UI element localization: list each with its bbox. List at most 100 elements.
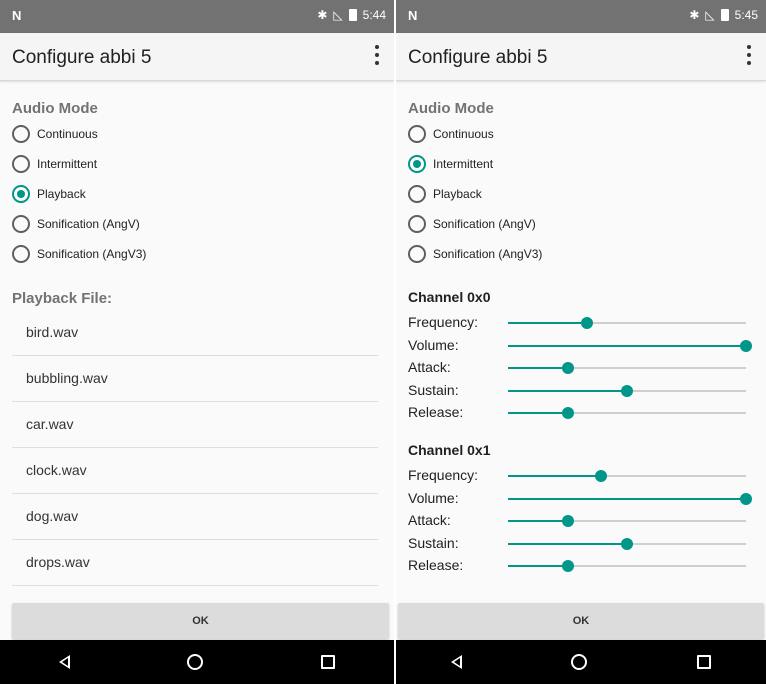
recents-icon[interactable] [697, 655, 712, 669]
page-title: Configure abbi 5 [408, 47, 548, 68]
radio-unselected-icon[interactable] [408, 185, 426, 203]
left-screen: N ✱ ◺ 5:44 Configure abbi 5 Audio Mode C… [0, 0, 394, 684]
parameter-label: Sustain: [408, 534, 459, 551]
audio-mode-option[interactable]: Intermittent [408, 151, 493, 177]
slider-thumb[interactable] [561, 560, 574, 572]
status-time: 5:45 [734, 8, 758, 22]
playback-file-name: bird.wav [26, 324, 79, 340]
slider-track[interactable] [508, 362, 746, 374]
playback-file-item[interactable]: dog.wav [12, 494, 378, 540]
slider-fill [508, 389, 627, 392]
audio-mode-option-label: Sonification (AngV) [433, 217, 536, 231]
audio-mode-option[interactable]: Continuous [408, 121, 494, 147]
slider-thumb[interactable] [740, 339, 752, 352]
parameter-label: Volume: [408, 336, 459, 353]
ok-button[interactable]: OK [12, 603, 389, 639]
slider-track[interactable] [508, 384, 746, 397]
home-icon[interactable] [187, 654, 204, 670]
audio-mode-option-label: Sonification (AngV3) [433, 247, 543, 261]
playback-file-item[interactable]: clock.wav [12, 448, 378, 494]
radio-unselected-icon[interactable] [408, 125, 426, 143]
parameter-slider-row: Release: [408, 555, 748, 577]
playback-file-item[interactable]: drums.wav [12, 586, 378, 600]
playback-file-item[interactable]: bird.wav [12, 310, 378, 356]
slider-fill [508, 565, 568, 567]
slider-thumb[interactable] [594, 470, 607, 482]
parameter-label: Attack: [408, 512, 451, 528]
parameter-label: Frequency: [408, 314, 479, 330]
more-vert-icon[interactable] [746, 45, 752, 65]
battery-icon [720, 9, 729, 21]
parameter-label: Release: [408, 557, 464, 573]
slider-track[interactable] [508, 560, 746, 572]
recents-icon[interactable] [321, 655, 336, 669]
playback-file-item[interactable]: bubbling.wav [12, 356, 378, 402]
parameter-slider-row: Sustain: [408, 380, 748, 402]
radio-unselected-icon[interactable] [408, 215, 426, 233]
no-signal-icon: ◺ [705, 8, 715, 22]
slider-track[interactable] [508, 470, 746, 482]
status-bar: N ✱ ◺ 5:45 [396, 0, 766, 33]
parameter-slider-row: Volume: [408, 335, 752, 357]
app-bar: Configure abbi 5 [396, 33, 766, 81]
n-notification-icon: N [408, 8, 418, 23]
slider-fill [508, 367, 568, 369]
parameter-label: Sustain: [408, 381, 459, 398]
parameter-label: Release: [408, 404, 464, 420]
slider-fill [508, 497, 746, 500]
playback-file-name: drops.wav [26, 554, 90, 570]
nav-bar [396, 640, 766, 684]
playback-file-name: clock.wav [26, 462, 87, 478]
audio-mode-option[interactable]: Sonification (AngV) [408, 211, 536, 237]
back-icon[interactable] [450, 655, 462, 669]
slider-thumb[interactable] [621, 537, 633, 550]
channel-heading: Channel 0x0 [408, 289, 491, 305]
parameter-slider-row: Sustain: [408, 533, 748, 555]
playback-file-name: bubbling.wav [26, 370, 108, 386]
parameter-slider-row: Attack: [408, 357, 748, 379]
slider-thumb[interactable] [621, 384, 633, 397]
parameter-slider-row: Frequency: [408, 465, 748, 487]
parameter-slider-row: Attack: [408, 510, 748, 532]
audio-mode-option-label: Intermittent [433, 157, 494, 171]
parameter-label: Volume: [408, 489, 459, 506]
audio-mode-option[interactable]: Sonification (AngV3) [408, 241, 542, 267]
nav-bar [0, 640, 394, 684]
slider-thumb[interactable] [561, 362, 574, 374]
slider-track[interactable] [508, 537, 746, 550]
playback-file-item[interactable]: car.wav [12, 402, 378, 448]
radio-unselected-icon[interactable] [408, 245, 426, 263]
audio-mode-option-label: Continuous [433, 127, 494, 141]
ok-button[interactable]: OK [398, 603, 764, 639]
home-icon[interactable] [571, 654, 588, 670]
slider-thumb[interactable] [580, 317, 593, 329]
channel-heading: Channel 0x1 [408, 442, 491, 458]
audio-mode-heading: Audio Mode [408, 100, 494, 117]
slider-track[interactable] [508, 339, 752, 352]
slider-fill [508, 344, 746, 347]
playback-file-name: car.wav [26, 416, 74, 432]
audio-mode-option-label: Playback [433, 187, 482, 201]
slider-track[interactable] [508, 515, 746, 527]
parameter-label: Attack: [408, 359, 451, 375]
slider-track[interactable] [508, 492, 752, 505]
slider-track[interactable] [508, 407, 746, 419]
radio-selected-icon[interactable] [408, 155, 426, 173]
back-icon[interactable] [58, 655, 70, 669]
slider-fill [508, 322, 587, 324]
playback-file-item[interactable]: drops.wav [12, 540, 378, 586]
parameter-slider-row: Release: [408, 402, 748, 424]
slider-thumb[interactable] [740, 492, 752, 505]
slider-thumb[interactable] [561, 515, 574, 527]
parameter-label: Frequency: [408, 467, 479, 483]
slider-fill [508, 542, 627, 545]
parameter-slider-row: Frequency: [408, 312, 748, 334]
slider-thumb[interactable] [561, 407, 574, 419]
slider-fill [508, 475, 601, 477]
bluetooth-icon: ✱ [689, 8, 700, 22]
slider-track[interactable] [508, 317, 746, 329]
right-screen: N ✱ ◺ 5:45 Configure abbi 5 Audio Mode C… [396, 0, 766, 684]
slider-fill [508, 412, 568, 414]
slider-fill [508, 520, 568, 522]
audio-mode-option[interactable]: Playback [408, 181, 482, 207]
